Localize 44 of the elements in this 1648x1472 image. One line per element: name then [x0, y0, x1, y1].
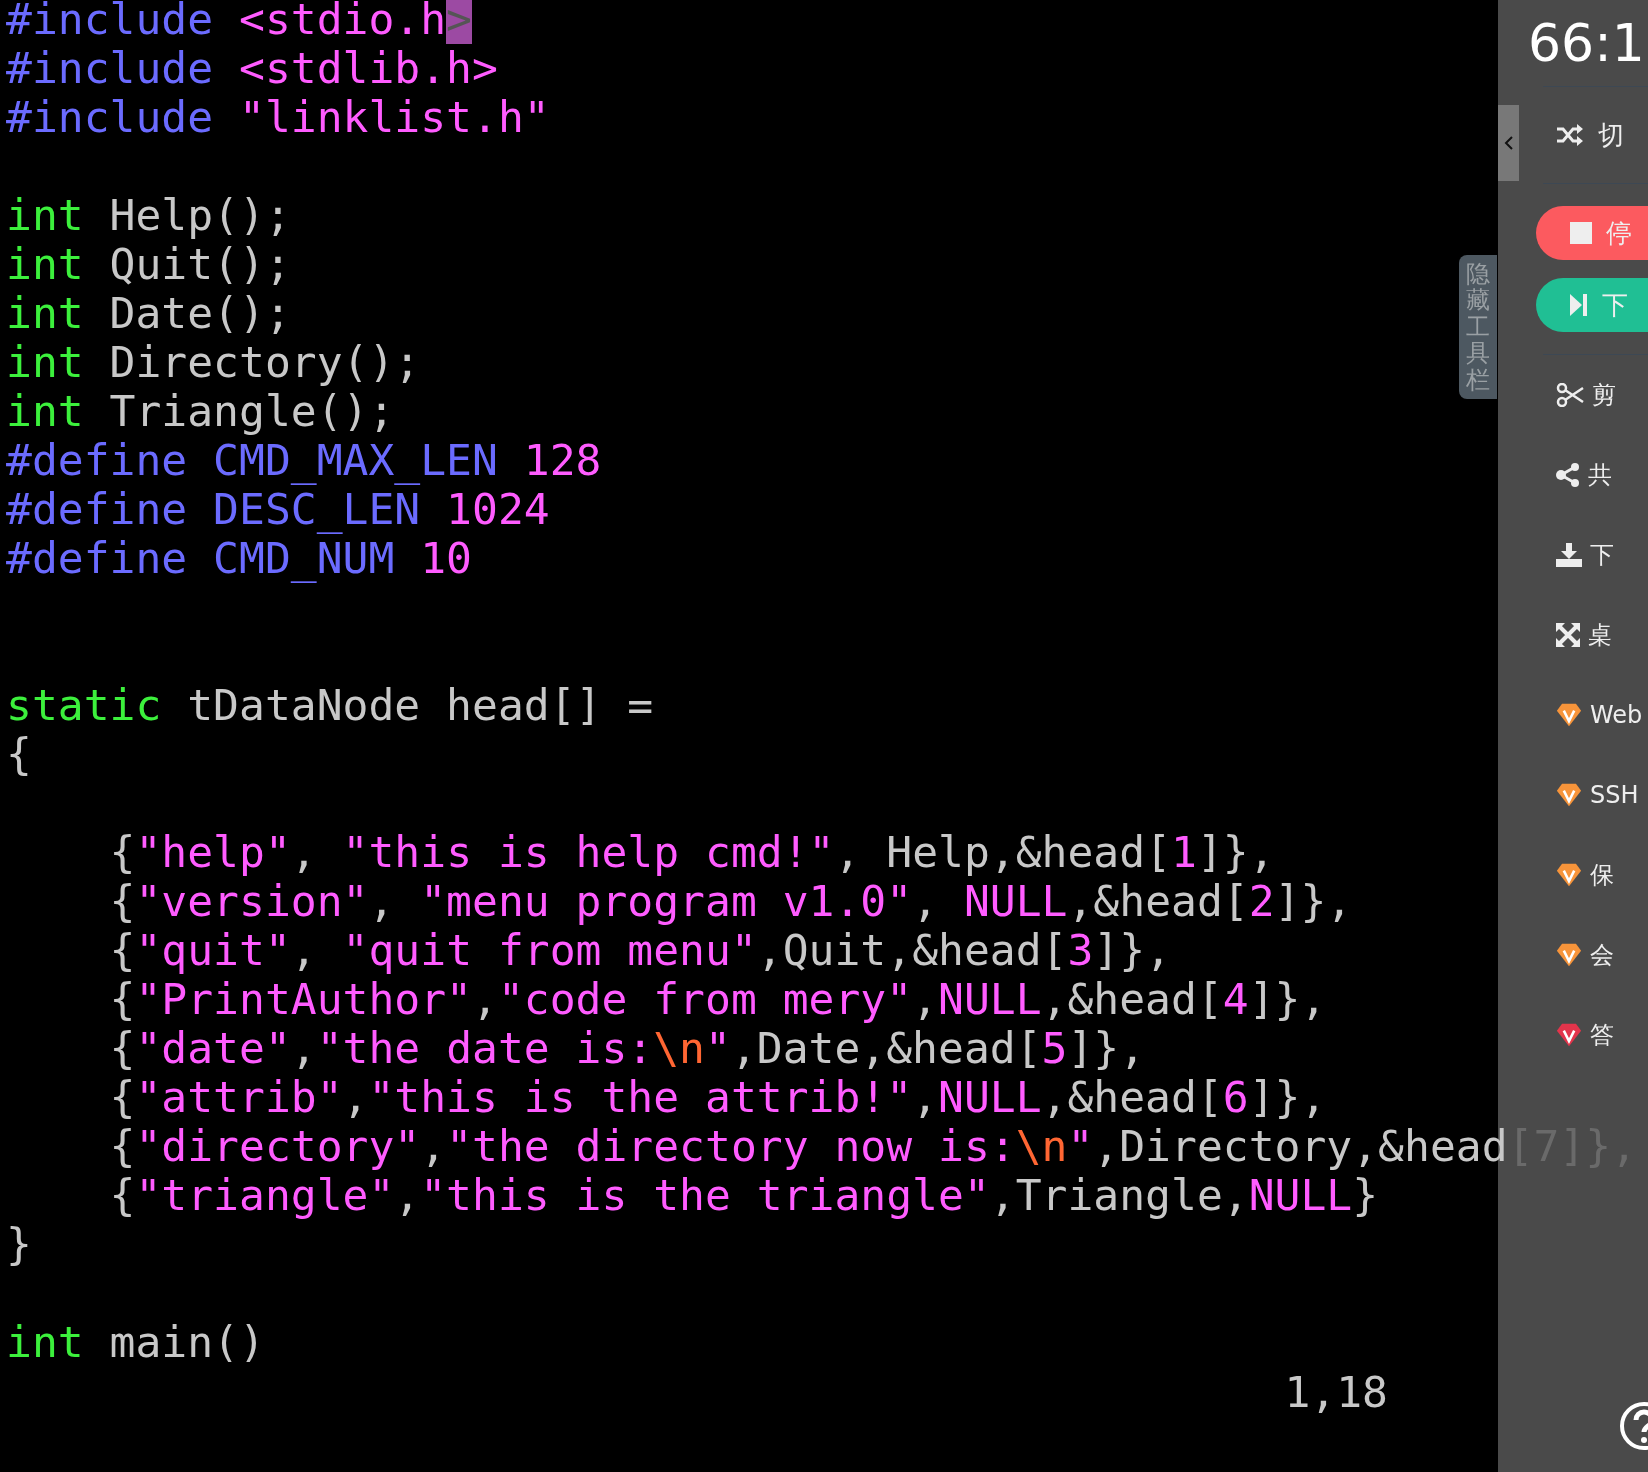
- shuffle-icon: [1556, 124, 1584, 146]
- code-line: #include <stdio.h>: [6, 0, 472, 44]
- code-line: {: [6, 729, 32, 779]
- toolbar-item[interactable]: 桌: [1498, 595, 1648, 675]
- code-line: #include <stdlib.h>: [6, 43, 498, 93]
- toolbar-item[interactable]: 剪: [1498, 355, 1648, 435]
- share-icon: [1556, 463, 1580, 487]
- toolbar-item[interactable]: 保: [1498, 835, 1648, 915]
- scissors-icon: [1556, 383, 1584, 407]
- cursor-position: 1,18: [1284, 1367, 1388, 1417]
- toolbar-item[interactable]: SSH: [1498, 755, 1648, 835]
- timer: 66:1: [1527, 12, 1646, 75]
- stop-icon: [1570, 222, 1592, 244]
- code-line: int Triangle();: [6, 386, 395, 436]
- code-line: int Date();: [6, 288, 291, 338]
- code-line: {"date","the date is:\n",Date,&head[5]},: [108, 1023, 1146, 1073]
- chevron-left-icon: [1503, 135, 1514, 151]
- toolbar-item[interactable]: 答: [1498, 995, 1648, 1075]
- code-line: {"help", "this is help cmd!", Help,&head[1]},: [108, 827, 1275, 877]
- code-line: #include "linklist.h": [6, 92, 550, 142]
- toolbar-item[interactable]: 共: [1498, 435, 1648, 515]
- download-icon: [1556, 543, 1582, 567]
- help-icon[interactable]: [1618, 1400, 1648, 1452]
- code-line: {"PrintAuthor","code from mery",NULL,&head[4]},: [108, 974, 1327, 1024]
- code-line: {"attrib","this is the attrib!",NULL,&head[6]},: [108, 1072, 1327, 1122]
- expand-icon: [1556, 623, 1580, 647]
- code-line: int Quit();: [6, 239, 291, 289]
- collapse-tab[interactable]: [1498, 105, 1519, 181]
- toolbar-item[interactable]: Web: [1498, 675, 1648, 755]
- code-line: #define CMD_MAX_LEN 128: [6, 435, 602, 485]
- code-line: int main(): [6, 1317, 265, 1367]
- code-line: int Help();: [6, 190, 291, 240]
- code-line: int Directory();: [6, 337, 421, 387]
- code-line: {"quit", "quit from menu",Quit,&head[3]},: [108, 925, 1172, 975]
- toolbar-item[interactable]: 下: [1498, 515, 1648, 595]
- code-line: {"version", "menu program v1.0", NULL,&head[2]},: [108, 876, 1353, 926]
- code-line: {"triangle","this is the triangle",Triangle,NULL}: [108, 1170, 1379, 1220]
- switch-item[interactable]: 切: [1520, 87, 1648, 183]
- code-line: #define DESC_LEN 1024: [6, 484, 550, 534]
- code-line: static tDataNode head[] =: [6, 680, 654, 730]
- skip-next-icon: [1570, 294, 1588, 316]
- code-line: }: [6, 1219, 32, 1269]
- toolbar-item[interactable]: 会: [1498, 915, 1648, 995]
- code-line: #define CMD_NUM 10: [6, 533, 472, 583]
